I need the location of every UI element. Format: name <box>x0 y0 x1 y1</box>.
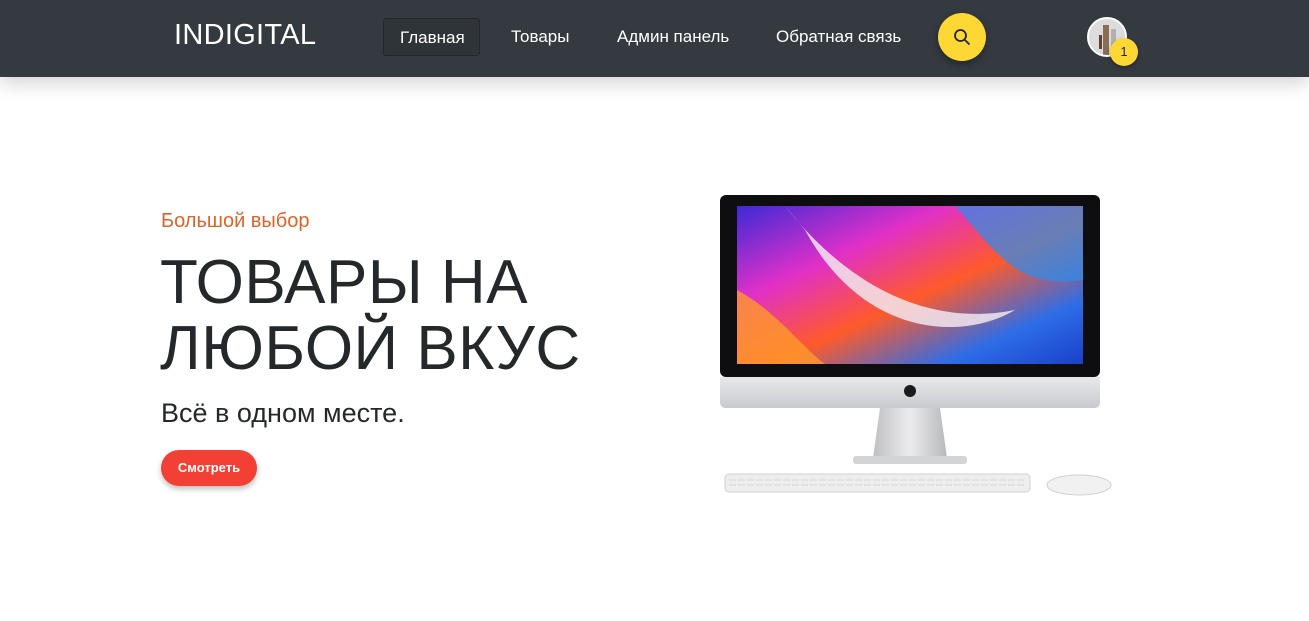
nav-item-feedback[interactable]: Обратная связь <box>760 18 917 56</box>
hero-eyebrow: Большой выбор <box>161 210 310 232</box>
search-icon <box>954 29 970 45</box>
nav-item-admin-panel[interactable]: Админ панель <box>601 18 745 56</box>
hero-title: ТОВАРЫ НА ЛЮБОЙ ВКУС <box>160 248 581 383</box>
view-button[interactable]: Смотреть <box>161 450 257 486</box>
search-button[interactable] <box>938 13 986 61</box>
nav-item-home[interactable]: Главная <box>383 18 480 56</box>
imac-product-image <box>720 195 1112 496</box>
cart-count-badge: 1 <box>1110 38 1138 66</box>
nav-item-products[interactable]: Товары <box>495 18 585 56</box>
hero-subtitle: Всё в одном месте. <box>161 398 405 428</box>
top-navbar: INDIGITAL Главная Товары Админ панель Об… <box>0 0 1309 77</box>
brand-logo[interactable]: INDIGITAL <box>174 19 316 52</box>
